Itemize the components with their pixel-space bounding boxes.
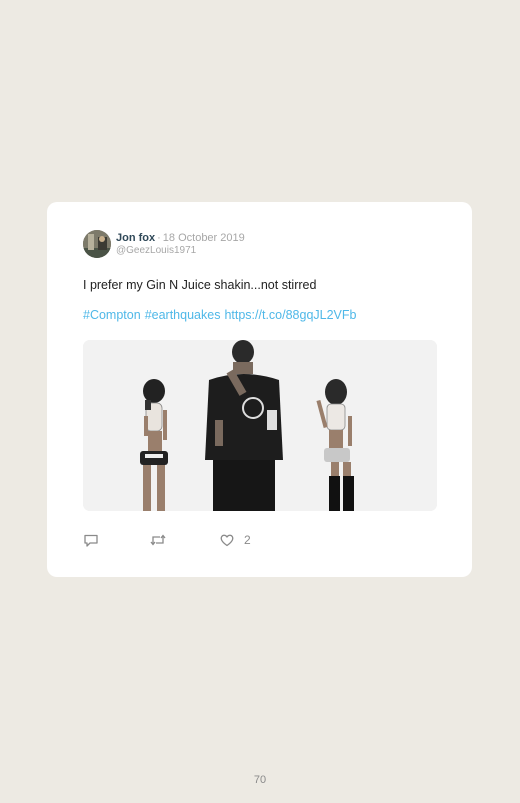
retweet-button[interactable] — [149, 532, 167, 548]
hashtag-compton[interactable]: #Compton — [83, 308, 141, 322]
author-separator: · — [157, 232, 161, 244]
avatar-photo — [83, 230, 111, 258]
media-image — [83, 340, 437, 511]
like-button[interactable]: 2 — [219, 532, 251, 548]
tweet-links: #Compton #earthquakes https://t.co/88gqJL2… — [83, 308, 360, 322]
hashtag-earthquakes[interactable]: #earthquakes — [145, 308, 221, 322]
author-handle[interactable]: @GeezLouis1971 — [116, 245, 196, 256]
author-line: Jon fox · 18 October 2019 — [116, 232, 245, 244]
retweet-icon — [150, 534, 166, 546]
like-count: 2 — [244, 533, 251, 547]
page-number: 70 — [253, 774, 267, 786]
heart-icon — [220, 534, 234, 547]
speech-bubble-icon — [84, 534, 98, 547]
tweet-media[interactable] — [83, 340, 437, 511]
tweet-link[interactable]: https://t.co/88gqJL2VFb — [224, 308, 356, 322]
tweet-date[interactable]: 18 October 2019 — [163, 232, 245, 244]
tweet-actions: 2 — [83, 532, 437, 552]
avatar[interactable] — [83, 230, 111, 258]
tweet-card: Jon fox · 18 October 2019 @GeezLouis1971 I… — [47, 202, 472, 577]
reply-button[interactable] — [83, 532, 99, 548]
tweet-text: I prefer my Gin N Juice shakin...not sti… — [83, 278, 317, 292]
author-name[interactable]: Jon fox — [116, 232, 155, 244]
